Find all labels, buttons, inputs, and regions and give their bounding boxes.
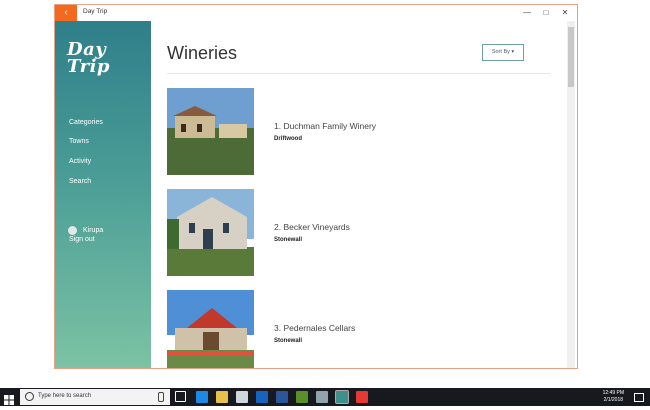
maximize-button[interactable]: □: [539, 7, 553, 19]
list-item[interactable]: 1. Duchman Family Winery Driftwood: [167, 88, 547, 178]
search-placeholder: Type here to search: [38, 393, 92, 399]
clock-date: 2/1/2018: [603, 397, 624, 403]
nav-search[interactable]: Search: [69, 178, 91, 185]
outlook-icon[interactable]: [256, 391, 268, 403]
avatar: [68, 226, 77, 235]
title-bar: ‹ Day Trip — □ ✕: [55, 5, 577, 21]
clock-time: 12:49 PM: [602, 390, 624, 396]
file-explorer-icon[interactable]: [216, 391, 228, 403]
minimize-button[interactable]: —: [520, 7, 534, 19]
nav-categories[interactable]: Categories: [69, 119, 103, 126]
winery-location: Stonewall: [274, 338, 303, 344]
window-title: Day Trip: [83, 8, 108, 15]
notification-icon[interactable]: [634, 393, 644, 402]
edge-icon[interactable]: [196, 391, 208, 403]
day-trip-taskbar-icon[interactable]: [335, 390, 349, 404]
winery-name[interactable]: 3. Pedernales Cellars: [274, 323, 355, 333]
taskbar: Type here to search 12:49 PM 2/1/2018: [0, 388, 650, 406]
user-name[interactable]: Kirupa: [83, 227, 103, 234]
app-logo: Day Trip: [67, 41, 110, 77]
windows-start-icon[interactable]: [4, 392, 14, 405]
winery-photo: [167, 88, 254, 175]
page-title: Wineries: [167, 43, 238, 63]
word-icon[interactable]: [276, 391, 288, 403]
sidebar: Day Trip Categories Towns Activity Searc…: [55, 21, 151, 368]
winery-location: Stonewall: [274, 237, 303, 243]
sort-by-button[interactable]: Sort By ▾: [482, 44, 524, 61]
winery-photo: [167, 290, 254, 368]
clock[interactable]: 12:49 PM 2/1/2018: [603, 390, 624, 404]
nav-towns[interactable]: Towns: [69, 138, 89, 145]
list-item[interactable]: 3. Pedernales Cellars Stonewall: [167, 290, 547, 368]
app-window: ‹ Day Trip — □ ✕ Day Trip Categories Tow…: [54, 4, 578, 369]
nav-activity[interactable]: Activity: [69, 158, 91, 165]
store-icon[interactable]: [236, 391, 248, 403]
microphone-icon[interactable]: [158, 392, 164, 402]
close-button[interactable]: ✕: [558, 7, 572, 19]
divider: [167, 73, 550, 74]
winery-location: Driftwood: [274, 136, 302, 142]
app-icon[interactable]: [356, 391, 368, 403]
main-content: Wineries Sort By ▾ 1. Duchman Family Win…: [151, 21, 577, 368]
logo-line-2: Trip: [67, 56, 110, 77]
task-view-icon[interactable]: [175, 391, 186, 402]
app-icon[interactable]: [316, 391, 328, 403]
winery-name[interactable]: 1. Duchman Family Winery: [274, 121, 376, 131]
search-icon: [25, 392, 34, 401]
scrollbar-thumb[interactable]: [568, 27, 574, 87]
winery-name[interactable]: 2. Becker Vineyards: [274, 222, 350, 232]
taskbar-search[interactable]: Type here to search: [20, 389, 170, 405]
list-item[interactable]: 2. Becker Vineyards Stonewall: [167, 189, 547, 279]
signout-link[interactable]: Sign out: [69, 236, 95, 243]
back-button[interactable]: ‹: [55, 5, 77, 21]
winery-photo: [167, 189, 254, 276]
app-icon[interactable]: [296, 391, 308, 403]
